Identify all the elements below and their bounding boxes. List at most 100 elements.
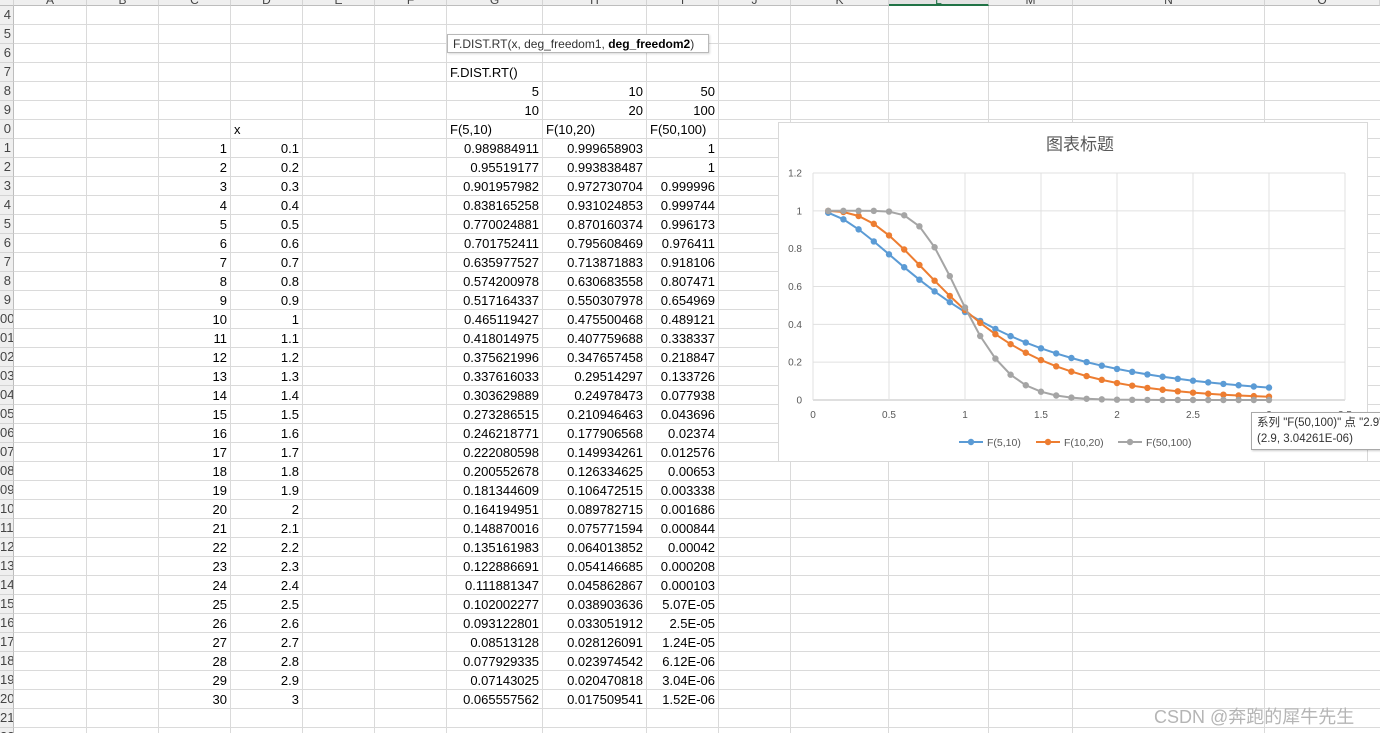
column-header-l[interactable]: L bbox=[889, 0, 989, 6]
f-50-100-cell[interactable]: 0.807471 bbox=[647, 272, 719, 291]
f-50-100-cell[interactable]: 0.338337 bbox=[647, 329, 719, 348]
index-cell[interactable]: 6 bbox=[159, 234, 231, 253]
x-value-cell[interactable]: 2.9 bbox=[231, 671, 303, 690]
row-header[interactable]: 8 bbox=[0, 272, 14, 291]
row-header[interactable]: 06 bbox=[0, 424, 14, 443]
x-value-cell[interactable]: 1.7 bbox=[231, 443, 303, 462]
f-10-20-cell[interactable]: 0.347657458 bbox=[543, 348, 647, 367]
f-50-100-cell[interactable]: 0.999744 bbox=[647, 196, 719, 215]
f-50-100-cell[interactable]: 0.976411 bbox=[647, 234, 719, 253]
x-value-cell[interactable]: 1.3 bbox=[231, 367, 303, 386]
f-5-10-cell[interactable]: 0.95519177 bbox=[447, 158, 543, 177]
f-5-10-cell[interactable]: 0.465119427 bbox=[447, 310, 543, 329]
row-header[interactable]: 08 bbox=[0, 462, 14, 481]
df1-cell[interactable]: 10 bbox=[543, 82, 647, 101]
f-5-10-cell[interactable]: 0.273286515 bbox=[447, 405, 543, 424]
df1-cell[interactable]: 5 bbox=[447, 82, 543, 101]
row-header[interactable]: 19 bbox=[0, 671, 14, 690]
index-cell[interactable]: 29 bbox=[159, 671, 231, 690]
index-cell[interactable]: 7 bbox=[159, 253, 231, 272]
f-50-100-cell[interactable]: 0.654969 bbox=[647, 291, 719, 310]
index-cell[interactable]: 8 bbox=[159, 272, 231, 291]
column-header-n[interactable]: N bbox=[1073, 0, 1265, 6]
column-header-m[interactable]: M bbox=[989, 0, 1073, 6]
row-header[interactable]: 20 bbox=[0, 690, 14, 709]
x-value-cell[interactable]: 1.8 bbox=[231, 462, 303, 481]
index-cell[interactable]: 26 bbox=[159, 614, 231, 633]
row-header[interactable]: 14 bbox=[0, 576, 14, 595]
x-value-cell[interactable]: 2.3 bbox=[231, 557, 303, 576]
f-10-20-cell[interactable]: 0.075771594 bbox=[543, 519, 647, 538]
f-50-100-cell[interactable]: 1 bbox=[647, 139, 719, 158]
f-10-20-cell[interactable]: 0.064013852 bbox=[543, 538, 647, 557]
f-50-100-cell[interactable]: 0.000208 bbox=[647, 557, 719, 576]
index-cell[interactable]: 14 bbox=[159, 386, 231, 405]
row-header[interactable]: 9 bbox=[0, 291, 14, 310]
f-50-100-cell[interactable]: 0.918106 bbox=[647, 253, 719, 272]
f-50-100-cell[interactable]: 5.07E-05 bbox=[647, 595, 719, 614]
f-5-10-cell[interactable]: 0.701752411 bbox=[447, 234, 543, 253]
f-10-20-cell[interactable]: 0.210946463 bbox=[543, 405, 647, 424]
x-value-cell[interactable]: 0.2 bbox=[231, 158, 303, 177]
x-value-cell[interactable]: 0.6 bbox=[231, 234, 303, 253]
f-5-10-cell[interactable]: 0.418014975 bbox=[447, 329, 543, 348]
row-header[interactable]: 4 bbox=[0, 196, 14, 215]
f-10-20-cell[interactable]: 0.177906568 bbox=[543, 424, 647, 443]
f-10-20-cell[interactable]: 0.630683558 bbox=[543, 272, 647, 291]
f-5-10-cell[interactable]: 0.989884911 bbox=[447, 139, 543, 158]
index-cell[interactable]: 1 bbox=[159, 139, 231, 158]
f-5-10-cell[interactable]: 0.901957982 bbox=[447, 177, 543, 196]
f-10-20-cell[interactable]: 0.407759688 bbox=[543, 329, 647, 348]
row-header[interactable]: 10 bbox=[0, 500, 14, 519]
f-5-10-cell[interactable]: 0.375621996 bbox=[447, 348, 543, 367]
f-10-20-cell[interactable]: 0.972730704 bbox=[543, 177, 647, 196]
f-5-10-cell[interactable]: 0.770024881 bbox=[447, 215, 543, 234]
f-10-20-cell[interactable]: 0.126334625 bbox=[543, 462, 647, 481]
row-header[interactable]: 5 bbox=[0, 215, 14, 234]
f-5-10-cell[interactable]: 0.574200978 bbox=[447, 272, 543, 291]
x-value-cell[interactable]: 2.8 bbox=[231, 652, 303, 671]
index-cell[interactable]: 17 bbox=[159, 443, 231, 462]
row-header[interactable]: 00 bbox=[0, 310, 14, 329]
f-10-20-cell[interactable]: 0.106472515 bbox=[543, 481, 647, 500]
f-5-10-cell[interactable]: 0.246218771 bbox=[447, 424, 543, 443]
f-50-100-cell[interactable]: 2.5E-05 bbox=[647, 614, 719, 633]
x-header-cell[interactable]: x bbox=[231, 120, 303, 139]
x-value-cell[interactable]: 2.2 bbox=[231, 538, 303, 557]
f-5-10-cell[interactable]: 0.08513128 bbox=[447, 633, 543, 652]
alpha-label-cell[interactable]: α=0.05 bbox=[159, 728, 231, 733]
f-5-10-cell[interactable]: 0.077929335 bbox=[447, 652, 543, 671]
index-cell[interactable]: 30 bbox=[159, 690, 231, 709]
x-value-cell[interactable]: 0.7 bbox=[231, 253, 303, 272]
f-5-10-cell[interactable]: 0.07143025 bbox=[447, 671, 543, 690]
column-header-b[interactable]: B bbox=[87, 0, 159, 6]
row-header[interactable]: 8 bbox=[0, 82, 14, 101]
f-5-10-cell[interactable]: 0.065557562 bbox=[447, 690, 543, 709]
index-cell[interactable]: 24 bbox=[159, 576, 231, 595]
row-header[interactable]: 0 bbox=[0, 120, 14, 139]
f-50-100-cell[interactable]: 0.999996 bbox=[647, 177, 719, 196]
f-5-10-cell[interactable]: 0.337616033 bbox=[447, 367, 543, 386]
x-value-cell[interactable]: 1.5 bbox=[231, 405, 303, 424]
f-50-100-cell[interactable]: 0.996173 bbox=[647, 215, 719, 234]
f-50-100-cell[interactable]: 0.000103 bbox=[647, 576, 719, 595]
index-cell[interactable]: 25 bbox=[159, 595, 231, 614]
row-header[interactable]: 11 bbox=[0, 519, 14, 538]
row-header[interactable]: 21 bbox=[0, 709, 14, 728]
x-value-cell[interactable]: 1.2 bbox=[231, 348, 303, 367]
f-10-20-cell[interactable]: 0.020470818 bbox=[543, 671, 647, 690]
index-cell[interactable]: 23 bbox=[159, 557, 231, 576]
f-10-20-cell[interactable]: 0.023974542 bbox=[543, 652, 647, 671]
f-10-20-cell[interactable]: 0.475500468 bbox=[543, 310, 647, 329]
f-50-100-cell[interactable]: 0.00653 bbox=[647, 462, 719, 481]
index-cell[interactable]: 27 bbox=[159, 633, 231, 652]
index-cell[interactable]: 15 bbox=[159, 405, 231, 424]
column-header-g[interactable]: G bbox=[447, 0, 543, 6]
row-header[interactable]: 2 bbox=[0, 158, 14, 177]
f-10-20-cell[interactable]: 0.24978473 bbox=[543, 386, 647, 405]
alpha-value-cell[interactable]: 0.05 bbox=[543, 728, 647, 733]
row-header[interactable]: 15 bbox=[0, 595, 14, 614]
f-50-100-cell[interactable]: 0.003338 bbox=[647, 481, 719, 500]
f-10-20-cell[interactable]: 0.29514297 bbox=[543, 367, 647, 386]
column-header-d[interactable]: D bbox=[231, 0, 303, 6]
